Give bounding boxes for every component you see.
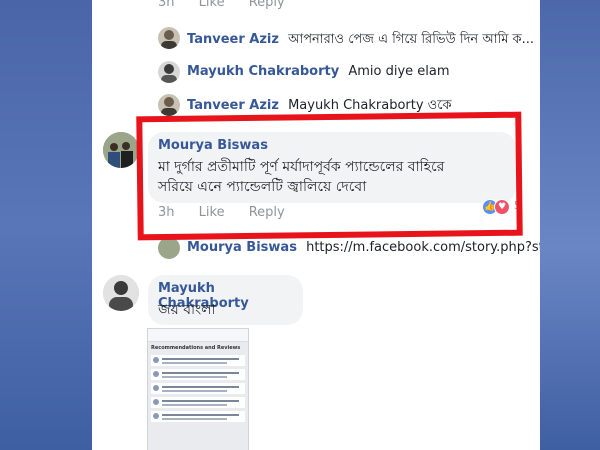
image-row bbox=[151, 383, 245, 394]
reply-text: Amio diye elam bbox=[348, 64, 450, 79]
commenter-name[interactable]: Mayukh Chakraborty bbox=[187, 64, 339, 79]
avatar[interactable] bbox=[158, 61, 180, 83]
commenter-name[interactable]: Tanveer Aziz bbox=[187, 98, 279, 113]
avatar[interactable] bbox=[103, 275, 139, 311]
reply-item: Mourya Biswas https://m.facebook.com/sto… bbox=[187, 240, 540, 255]
reply-link[interactable]: Reply bbox=[249, 0, 285, 10]
comment-bubble: Mayukh Chakraborty জয় বাংলা bbox=[148, 275, 303, 325]
image-row bbox=[151, 411, 245, 422]
avatar[interactable] bbox=[158, 94, 180, 116]
commenter-name[interactable]: Tanveer Aziz bbox=[187, 32, 279, 47]
reply-item: Tanveer Aziz আপনারাও পেজ এ গিয়ে রিভিউ দ… bbox=[187, 30, 534, 51]
reply-item: Mayukh Chakraborty Amio diye elam bbox=[187, 64, 450, 79]
reply-text: Mayukh Chakraborty ওকে bbox=[288, 98, 452, 113]
like-link[interactable]: Like bbox=[199, 0, 225, 10]
image-row bbox=[151, 355, 245, 366]
image-row bbox=[151, 397, 245, 408]
comments-panel: 3h Like Reply Tanveer Aziz আপনারাও পেজ এ… bbox=[92, 0, 540, 450]
reply-link-text[interactable]: https://m.facebook.com/story.php?sto... bbox=[306, 240, 540, 255]
red-highlight-box bbox=[136, 111, 523, 241]
background-right bbox=[540, 0, 600, 450]
image-header-text: Recommendations and Reviews bbox=[151, 345, 241, 351]
background-left bbox=[0, 0, 92, 450]
image-row bbox=[151, 369, 245, 380]
image-top-bar bbox=[148, 329, 248, 342]
avatar[interactable] bbox=[158, 27, 180, 49]
attached-screenshot-image[interactable]: Recommendations and Reviews bbox=[147, 328, 249, 450]
avatar[interactable] bbox=[103, 132, 139, 168]
comment-time: 3h bbox=[158, 0, 175, 10]
commenter-name[interactable]: Mourya Biswas bbox=[187, 240, 297, 255]
reply-text: আপনারাও পেজ এ গিয়ে রিভিউ দিন আমি ক... bbox=[288, 32, 535, 47]
comment-actions-top: 3h Like Reply bbox=[158, 0, 305, 10]
comment-text: জয় বাংলা bbox=[158, 302, 216, 318]
avatar[interactable] bbox=[158, 237, 180, 259]
